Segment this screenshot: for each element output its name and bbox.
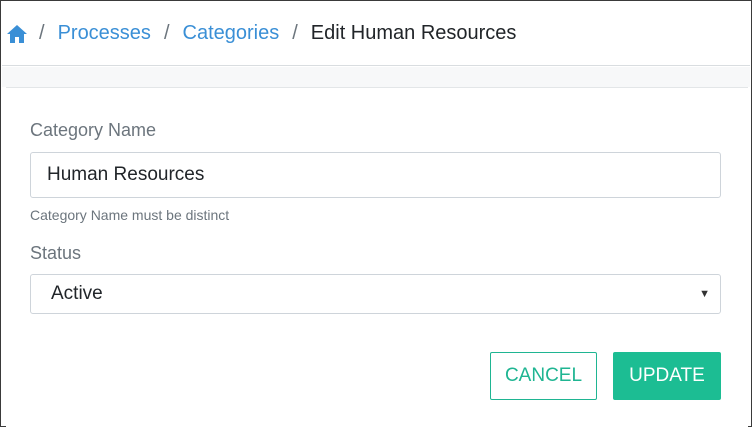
- header-divider-strip: [2, 67, 750, 87]
- breadcrumb-separator: /: [292, 22, 298, 44]
- category-name-label: Category Name: [30, 120, 157, 140]
- category-name-help-text: Category Name must be distinct: [30, 207, 230, 223]
- cancel-button[interactable]: CANCEL: [490, 352, 597, 400]
- breadcrumb-current-page: Edit Human Resources: [310, 22, 517, 44]
- app-frame: / Processes / Categories / Edit Human Re…: [0, 0, 752, 427]
- update-button[interactable]: UPDATE: [613, 352, 721, 400]
- category-name-input[interactable]: Human Resources: [30, 152, 721, 198]
- category-name-value: Human Resources: [47, 164, 205, 185]
- breadcrumb-link-processes[interactable]: Processes: [58, 22, 151, 45]
- home-icon[interactable]: [6, 24, 28, 44]
- breadcrumb-link-categories[interactable]: Categories: [183, 22, 280, 45]
- breadcrumb-separator: /: [163, 22, 170, 44]
- breadcrumb-separator: /: [39, 22, 45, 44]
- caret-down-icon: ▼: [699, 288, 710, 300]
- status-select[interactable]: Active ▼: [30, 274, 721, 314]
- breadcrumb: / Processes / Categories / Edit Human Re…: [2, 2, 750, 66]
- status-selected-value: Active: [51, 283, 103, 304]
- status-label: Status: [30, 243, 82, 263]
